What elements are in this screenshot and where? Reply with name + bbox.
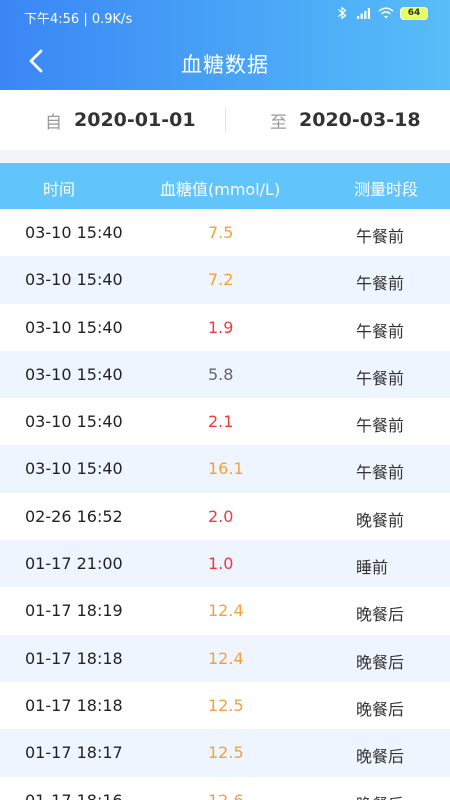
signal-icon — [357, 8, 370, 19]
table-row[interactable]: 01-17 18:17 12.5 晚餐后 — [0, 729, 450, 777]
row-value: 1.9 — [208, 317, 234, 337]
row-value: 7.5 — [208, 223, 234, 242]
date-to-value[interactable]: 2020-03-18 — [299, 109, 421, 131]
row-time: 01-17 21:00 — [25, 554, 123, 574]
table-row[interactable]: 01-17 21:00 1.0 睡前 — [0, 540, 450, 588]
row-value: 12.5 — [208, 695, 244, 715]
row-value: 7.2 — [208, 270, 234, 290]
status-separator: | — [83, 12, 92, 27]
row-value: 16.1 — [208, 459, 244, 479]
date-range-bar: 自 2020-01-01 至 2020-03-18 — [0, 90, 450, 150]
status-bar: 下午4:56 | 0.9K/s 64 — [0, 0, 450, 30]
row-period: 午餐前 — [356, 274, 405, 294]
row-time: 01-17 18:16 — [25, 791, 123, 800]
row-time: 03-10 15:40 — [25, 270, 123, 290]
row-period: 晚餐前 — [356, 510, 405, 530]
row-period: 晚餐后 — [356, 652, 405, 672]
table-row[interactable]: 03-10 15:40 16.1 午餐前 — [0, 445, 450, 493]
row-period: 午餐前 — [356, 463, 405, 483]
row-value: 12.5 — [208, 743, 244, 763]
app-header: 下午4:56 | 0.9K/s 64 血糖数据 — [0, 0, 450, 90]
date-to-prefix: 至 — [270, 112, 287, 133]
row-value: 12.4 — [208, 648, 244, 668]
row-time: 03-10 15:40 — [25, 459, 123, 479]
row-value: 12.4 — [208, 601, 244, 621]
status-left: 下午4:56 | 0.9K/s — [24, 8, 132, 27]
table-row[interactable]: 03-10 15:40 7.5 午餐前 — [0, 209, 450, 257]
row-time: 03-10 15:40 — [25, 364, 123, 384]
header-value: 血糖值(mmol/L) — [160, 180, 281, 199]
date-from-value[interactable]: 2020-01-01 — [74, 109, 196, 131]
row-time: 03-10 15:40 — [25, 412, 123, 432]
status-time: 下午4:56 — [24, 12, 80, 27]
wifi-icon — [378, 7, 394, 19]
row-time: 01-17 18:18 — [25, 695, 123, 715]
row-value: 5.8 — [208, 364, 234, 384]
header-time: 时间 — [43, 180, 76, 199]
date-from-prefix: 自 — [45, 112, 62, 133]
row-period: 晚餐后 — [356, 791, 404, 800]
row-time: 01-17 18:18 — [25, 648, 123, 668]
row-time: 02-26 16:52 — [25, 506, 123, 526]
row-value: 2.0 — [208, 506, 234, 526]
table-row[interactable]: 03-10 15:40 1.9 午餐前 — [0, 303, 450, 351]
row-period: 晚餐后 — [356, 747, 405, 767]
nav-bar: 血糖数据 — [0, 30, 450, 90]
date-divider — [225, 108, 226, 132]
row-period: 午餐前 — [356, 321, 405, 341]
row-period: 晚餐后 — [356, 699, 405, 719]
date-from[interactable]: 自 2020-01-01 — [45, 90, 196, 150]
row-time: 01-17 18:17 — [25, 743, 123, 763]
status-icons: 64 — [334, 6, 428, 20]
table-row[interactable]: 01-17 18:16 12.6 晚餐后 — [0, 776, 450, 800]
header-period: 测量时段 — [354, 180, 419, 199]
table-row[interactable]: 01-17 18:19 12.4 晚餐后 — [0, 587, 450, 635]
table-row[interactable]: 03-10 15:40 2.1 午餐前 — [0, 398, 450, 446]
data-table-body: 03-10 15:40 7.5 午餐前 03-10 15:40 7.2 午餐前 03-10 … — [0, 209, 450, 800]
row-value: 12.6 — [208, 791, 244, 800]
table-row[interactable]: 03-10 15:40 7.2 午餐前 — [0, 256, 450, 304]
page-title: 血糖数据 — [181, 53, 269, 77]
table-row[interactable]: 03-10 15:40 5.8 午餐前 — [0, 350, 450, 399]
date-to[interactable]: 至 2020-03-18 — [270, 90, 421, 150]
row-period: 午餐前 — [356, 416, 405, 436]
row-time: 03-10 15:40 — [25, 317, 123, 337]
table-row[interactable]: 01-17 18:18 12.5 晚餐后 — [0, 681, 450, 730]
row-value: 2.1 — [208, 412, 234, 432]
battery-icon: 64 — [400, 6, 428, 20]
row-period: 午餐前 — [356, 368, 405, 388]
row-period: 午餐前 — [356, 227, 405, 246]
table-header: 时间 血糖值(mmol/L) 测量时段 — [0, 163, 450, 209]
row-period: 晚餐后 — [356, 605, 405, 625]
row-period: 睡前 — [356, 558, 389, 578]
row-time: 03-10 15:40 — [25, 223, 123, 242]
row-time: 01-17 18:19 — [25, 601, 123, 621]
network-speed: 0.9K/s — [91, 12, 133, 27]
bluetooth-icon — [338, 6, 347, 20]
row-value: 1.0 — [208, 554, 234, 574]
table-row[interactable]: 02-26 16:52 2.0 晚餐前 — [0, 492, 450, 541]
table-row[interactable]: 01-17 18:18 12.4 晚餐后 — [0, 634, 450, 682]
